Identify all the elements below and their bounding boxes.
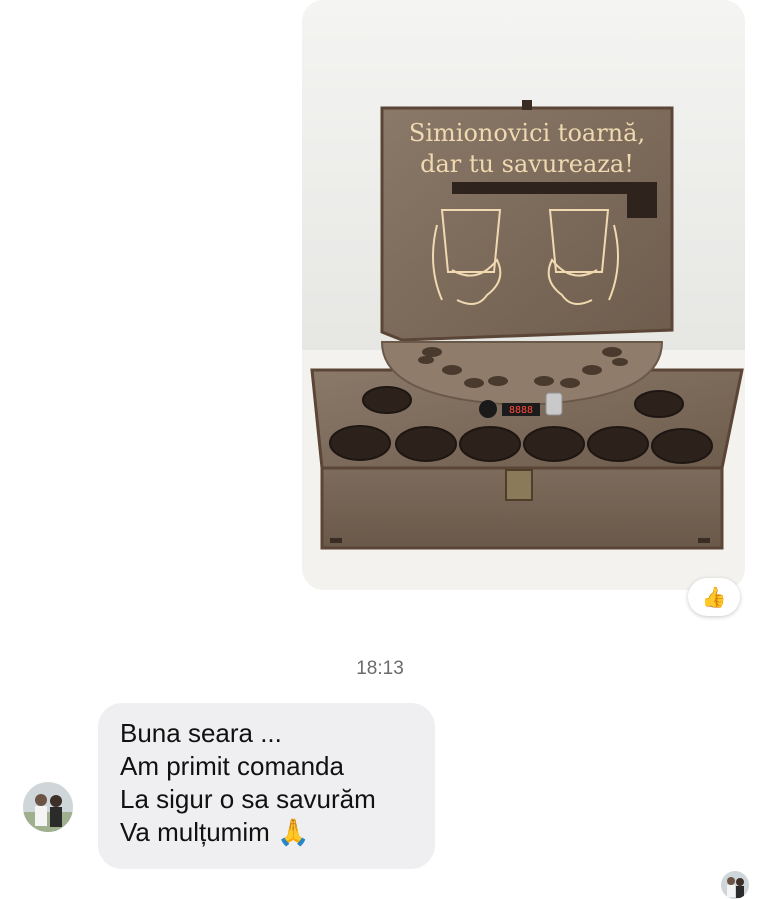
product-photo: Simionovici toarnă, dar tu savureaza! 88… <box>302 0 745 590</box>
message-line: Am primit comanda <box>120 751 344 781</box>
message-timestamp: 18:13 <box>356 658 404 679</box>
photo-message[interactable]: Simionovici toarnă, dar tu savureaza! 88… <box>302 0 745 590</box>
sender-avatar[interactable] <box>23 782 73 832</box>
incoming-message-bubble[interactable]: Buna seara ... Am primit comanda La sigu… <box>98 703 435 869</box>
message-line: Va mulțumim 🙏 <box>120 817 310 847</box>
message-line: Buna seara ... <box>120 718 282 748</box>
counter-display: 8888 <box>509 405 533 416</box>
message-line: La sigur o sa savurăm <box>120 784 376 814</box>
thumbs-up-icon: 👍 <box>701 586 727 609</box>
engraving-line-2: dar tu savureaza! <box>420 150 634 178</box>
reaction-badge[interactable]: 👍 <box>688 578 740 616</box>
engraving-line-1: Simionovici toarnă, <box>409 119 645 147</box>
